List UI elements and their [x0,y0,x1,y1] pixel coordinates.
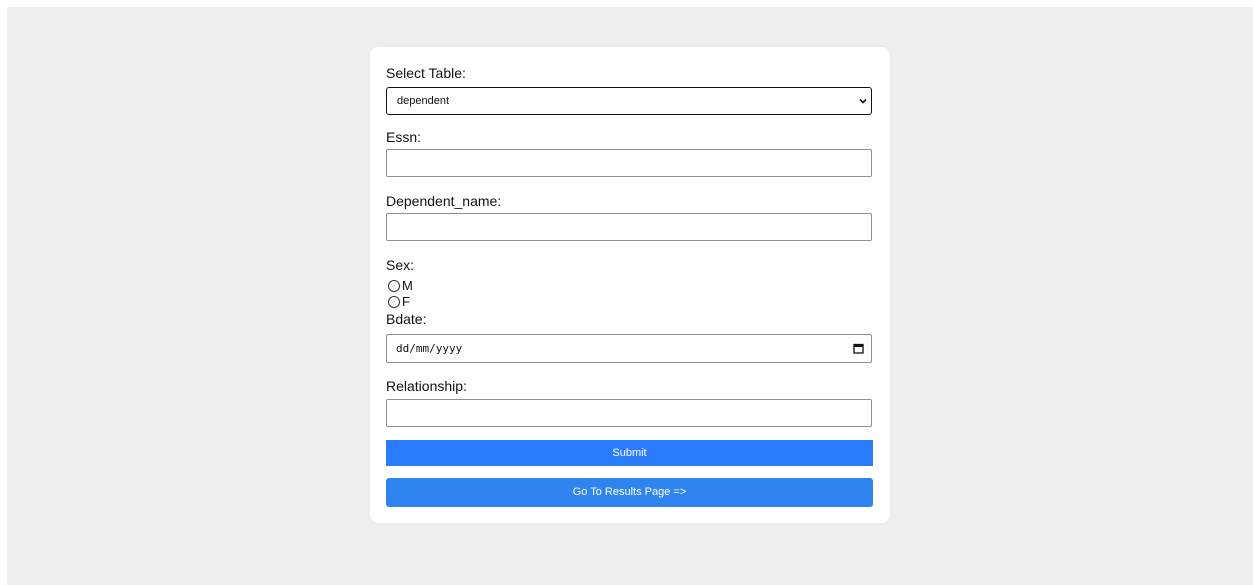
form-card: Select Table: dependent Essn: Dependent_… [370,47,890,523]
go-to-results-button[interactable]: Go To Results Page => [386,478,873,507]
sex-label: Sex: [386,257,415,273]
chevron-down-icon [859,98,867,104]
relationship-input[interactable] [386,399,872,427]
sex-option-m-label: M [402,278,413,293]
sex-option-f-label: F [402,294,410,309]
dependent-name-label: Dependent_name: [386,193,502,209]
page-background: Select Table: dependent Essn: Dependent_… [7,7,1253,585]
essn-input[interactable] [386,149,872,177]
select-table-label: Select Table: [386,65,466,81]
essn-label: Essn: [386,129,422,145]
calendar-icon[interactable] [853,343,864,354]
bdate-label: Bdate: [386,311,427,327]
table-select[interactable]: dependent [386,87,872,115]
bdate-input[interactable]: dd/mm/yyyy [386,334,872,363]
submit-button[interactable]: Submit [386,440,873,466]
bdate-placeholder: dd/mm/yyyy [396,342,463,355]
radio-m[interactable] [388,280,400,292]
table-select-value: dependent [397,95,449,107]
radio-f[interactable] [388,296,400,308]
dependent-name-input[interactable] [386,213,872,241]
relationship-label: Relationship: [386,378,467,394]
